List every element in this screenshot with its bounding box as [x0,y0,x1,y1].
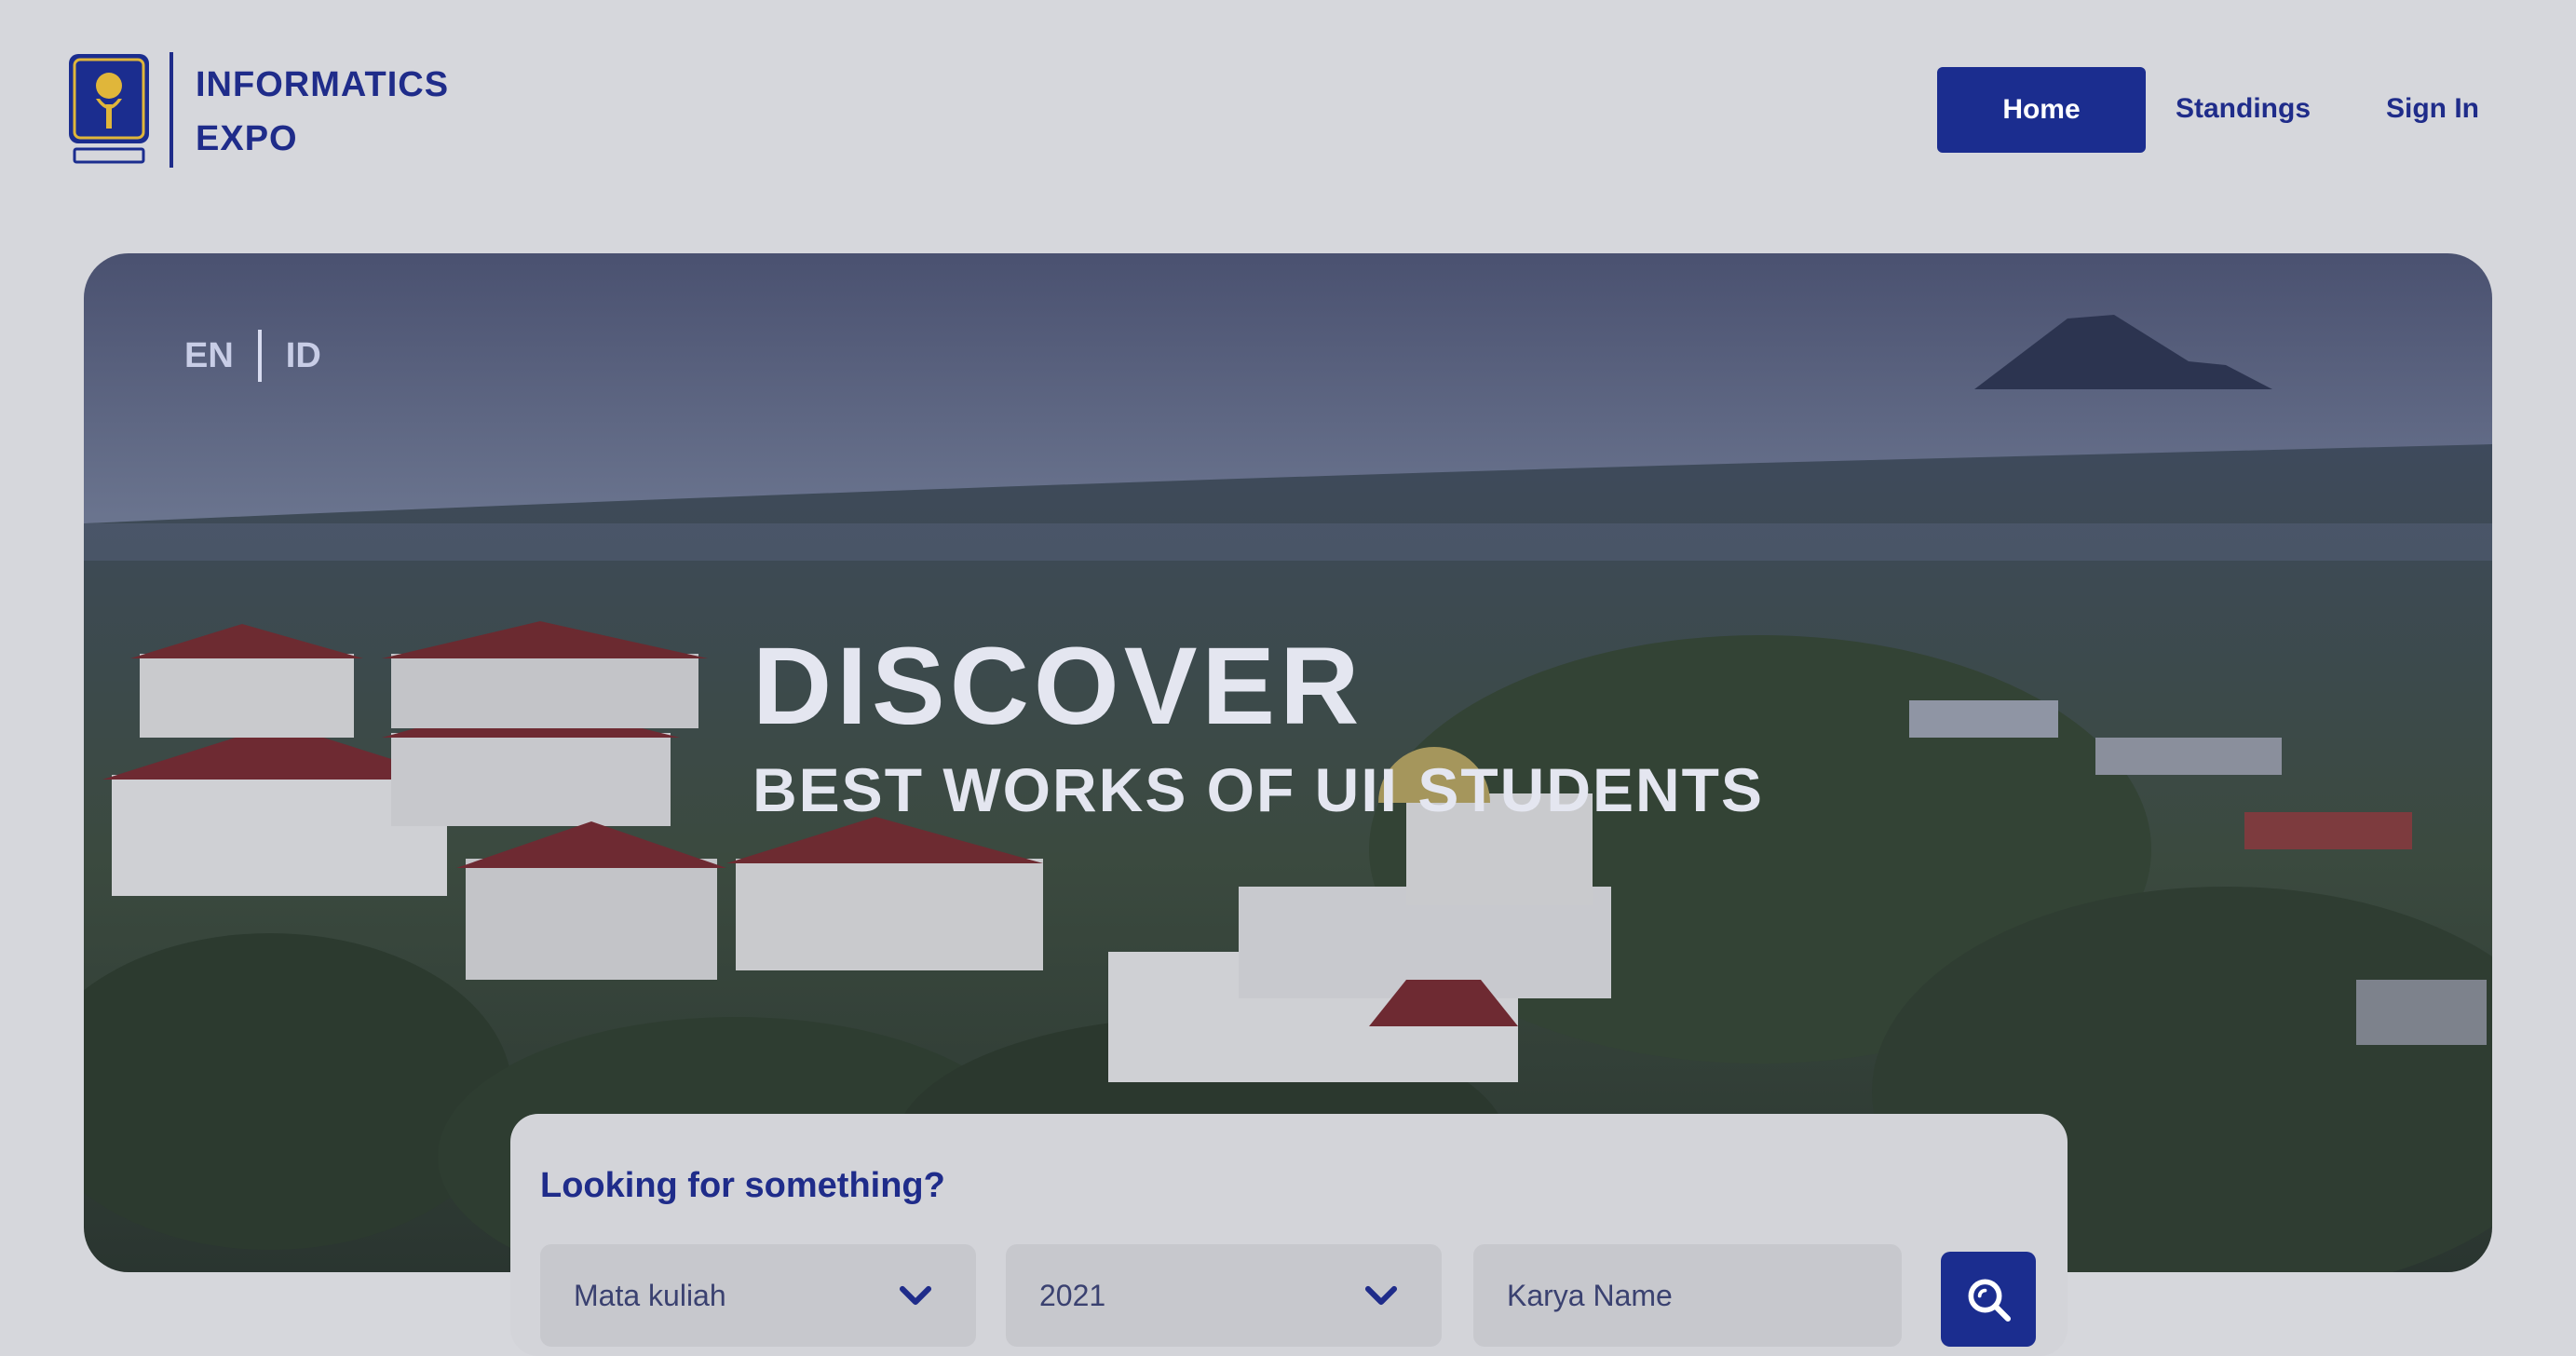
search-title: Looking for something? [540,1166,945,1205]
uii-logo-icon[interactable] [65,52,153,168]
year-select[interactable]: 2021 [1006,1244,1442,1347]
course-select-value: Mata kuliah [574,1278,726,1312]
course-select[interactable]: Mata kuliah [540,1244,976,1347]
search-card: Looking for something? Mata kuliah 2021 … [510,1114,2068,1356]
lang-id-option[interactable]: ID [286,336,321,376]
lang-divider [257,330,262,382]
year-select-value: 2021 [1039,1278,1106,1312]
hero-headline: DISCOVER BEST WORKS OF UII STUDENTS [752,626,1764,825]
chevron-down-icon [1364,1285,1398,1306]
hero-title: DISCOVER [752,625,1364,748]
karya-name-input[interactable]: Karya Name [1473,1244,1902,1347]
nav-standings-link[interactable]: Standings [2176,93,2311,125]
brand-line-1: INFORMATICS [196,65,450,104]
search-icon [1968,1279,2012,1322]
search-button[interactable] [1941,1252,2036,1347]
lang-en-option[interactable]: EN [184,336,234,376]
brand-name[interactable]: INFORMATICS EXPO [196,58,449,166]
chevron-down-icon [899,1285,932,1306]
language-switcher: EN ID [184,330,321,382]
nav-sign-in-link[interactable]: Sign In [2386,93,2479,125]
brand-divider [169,52,173,168]
nav-home-button[interactable]: Home [1937,67,2146,153]
karya-name-placeholder: Karya Name [1507,1278,1673,1312]
site-header: INFORMATICS EXPO Home Standings Sign In [0,0,2576,242]
hero-subtitle: BEST WORKS OF UII STUDENTS [752,755,1765,824]
brand-line-2: EXPO [196,119,298,158]
